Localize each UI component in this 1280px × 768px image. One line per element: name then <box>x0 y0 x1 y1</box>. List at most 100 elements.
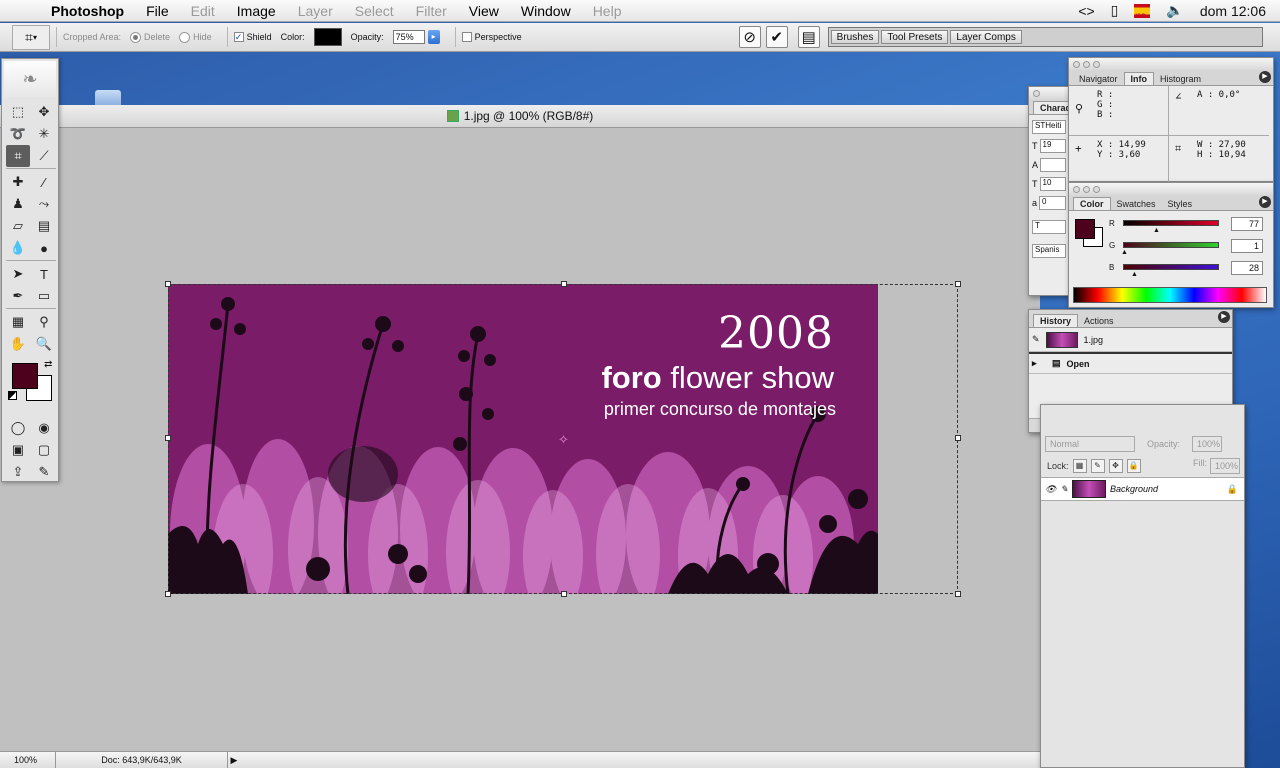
crop-center-point-icon[interactable]: ✧ <box>558 432 569 448</box>
delete-radio[interactable]: Delete <box>130 31 170 43</box>
tab-styles[interactable]: Styles <box>1162 198 1199 210</box>
green-value-input[interactable]: 1 <box>1231 239 1263 253</box>
healing-brush-tool-icon[interactable]: ✚ <box>6 171 30 193</box>
magic-wand-tool-icon[interactable]: ✳ <box>32 123 56 145</box>
visibility-eye-icon[interactable]: 👁 <box>1045 484 1056 495</box>
tool-preset-picker[interactable]: ⌗ ▾ <box>12 24 50 50</box>
well-tab-tool-presets[interactable]: Tool Presets <box>881 30 949 44</box>
menu-select[interactable]: Select <box>344 3 405 19</box>
close-icon[interactable] <box>1073 60 1080 68</box>
shape-tool-icon[interactable]: ▭ <box>32 285 56 307</box>
blend-mode-select[interactable]: Normal <box>1045 436 1135 452</box>
standard-mode-icon[interactable]: ◯ <box>6 417 30 439</box>
eyedropper-tool-icon[interactable]: ⚲ <box>32 311 56 333</box>
tab-histogram[interactable]: Histogram <box>1154 73 1207 85</box>
crop-handle-right[interactable] <box>955 435 961 441</box>
zoom-field[interactable]: 100% <box>0 752 56 768</box>
blue-value-input[interactable]: 28 <box>1231 261 1263 275</box>
menu-file[interactable]: File <box>135 3 180 19</box>
palette-menu-icon[interactable]: ▶ <box>1218 311 1230 323</box>
close-icon[interactable] <box>1073 185 1080 193</box>
menu-filter[interactable]: Filter <box>405 3 458 19</box>
palette-foreground-swatch[interactable] <box>1075 219 1095 239</box>
layer-opacity-input[interactable]: 100% <box>1192 436 1223 452</box>
foreground-color-swatch[interactable] <box>12 363 38 389</box>
kerning-field[interactable] <box>1040 158 1066 172</box>
quick-mask-mode-icon[interactable]: ◉ <box>32 417 56 439</box>
document-proxy-icon[interactable] <box>446 110 459 122</box>
opacity-slider-button[interactable]: ▸ <box>427 30 440 44</box>
slice-tool-icon[interactable]: ⟋ <box>32 145 56 167</box>
cancel-crop-button[interactable]: ⊘ <box>738 26 761 48</box>
status-menu-arrow-icon[interactable]: ▶ <box>228 755 240 766</box>
perspective-checkbox[interactable]: Perspective <box>461 32 522 42</box>
hand-tool-icon[interactable]: ✋ <box>6 333 30 355</box>
palette-title-bar[interactable] <box>1069 183 1273 195</box>
jump-to-imageready-icon[interactable]: ⇪ <box>6 461 30 483</box>
palette-title-bar[interactable] <box>1069 58 1273 70</box>
baseline-shift-field[interactable]: 0 <box>1039 196 1066 210</box>
font-size-field[interactable]: 19 <box>1039 139 1066 153</box>
dodge-tool-icon[interactable]: ● <box>32 237 56 259</box>
lock-pixels-icon[interactable]: ✎ <box>1090 459 1105 473</box>
menu-view[interactable]: View <box>458 3 510 19</box>
blue-slider-knob-icon[interactable]: ▲ <box>1131 271 1138 278</box>
lasso-tool-icon[interactable]: ➰ <box>6 123 30 145</box>
menu-edit[interactable]: Edit <box>180 3 226 19</box>
default-colors-icon[interactable] <box>8 391 17 400</box>
zoom-tool-icon[interactable]: 🔍 <box>32 333 56 355</box>
palette-title-bar[interactable] <box>1029 87 1069 99</box>
eraser-tool-icon[interactable]: ▱ <box>6 215 30 237</box>
brush-tool-icon[interactable]: ⁄ <box>32 171 56 193</box>
blur-tool-icon[interactable]: 💧 <box>6 237 30 259</box>
crop-handle-top-right[interactable] <box>955 281 961 287</box>
tab-actions[interactable]: Actions <box>1078 315 1120 327</box>
minimize-icon[interactable] <box>1083 60 1090 68</box>
lock-position-icon[interactable]: ✥ <box>1108 459 1123 473</box>
volume-icon[interactable]: 🔈 <box>1166 2 1183 19</box>
well-tab-brushes[interactable]: Brushes <box>830 30 880 44</box>
tab-color[interactable]: Color <box>1073 197 1111 210</box>
color-spectrum-bar[interactable] <box>1073 287 1267 303</box>
history-brush-source-icon[interactable]: ✎ <box>1032 334 1040 345</box>
notes-tool-icon[interactable]: ▦ <box>6 311 30 333</box>
palette-menu-icon[interactable]: ▶ <box>1259 71 1271 83</box>
font-family-field[interactable]: STHeiti <box>1032 120 1066 134</box>
lock-transparency-icon[interactable]: ▦ <box>1072 459 1087 473</box>
crop-tool-icon[interactable]: ⌗ <box>6 145 30 167</box>
tab-swatches[interactable]: Swatches <box>1111 198 1162 210</box>
crop-handle-top-left[interactable] <box>165 281 171 287</box>
tab-info[interactable]: Info <box>1123 72 1155 85</box>
zoom-icon[interactable] <box>1093 185 1100 193</box>
history-snapshot[interactable]: ✎ 1.jpg <box>1029 328 1232 352</box>
gradient-tool-icon[interactable]: ▤ <box>32 215 56 237</box>
document-title-bar[interactable]: 1.jpg @ 100% (RGB/8#) <box>0 105 1040 128</box>
script-menu-icon[interactable]: <> <box>1078 3 1094 19</box>
tab-history[interactable]: History <box>1033 314 1079 327</box>
lock-all-icon[interactable]: 🔒 <box>1126 459 1141 473</box>
shield-color-swatch[interactable] <box>313 28 342 46</box>
path-selection-tool-icon[interactable]: ➤ <box>6 263 30 285</box>
menu-app[interactable]: Photoshop <box>40 3 135 19</box>
green-slider[interactable] <box>1123 242 1219 248</box>
minimize-icon[interactable] <box>1083 185 1090 193</box>
hide-radio[interactable]: Hide <box>179 31 212 43</box>
red-slider[interactable] <box>1123 220 1219 226</box>
close-icon[interactable] <box>1033 89 1040 97</box>
fill-input[interactable]: 100% <box>1210 458 1240 474</box>
faux-bold-button[interactable]: T <box>1032 220 1066 234</box>
zoom-icon[interactable] <box>1093 60 1100 68</box>
crop-handle-bottom[interactable] <box>561 591 567 597</box>
menu-image[interactable]: Image <box>226 3 287 19</box>
red-value-input[interactable]: 77 <box>1231 217 1263 231</box>
crop-handle-bottom-right[interactable] <box>955 591 961 597</box>
move-tool-icon[interactable]: ✥ <box>32 101 56 123</box>
brush-palette-icon[interactable]: ✎ <box>32 461 56 483</box>
pen-tool-icon[interactable]: ✒ <box>6 285 30 307</box>
menu-clock[interactable]: dom 12:06 <box>1200 3 1266 19</box>
history-brush-tool-icon[interactable]: ⤳ <box>32 193 56 215</box>
shield-checkbox[interactable]: ✓ Shield <box>233 32 272 42</box>
input-source-flag-icon[interactable]: ISO <box>1134 3 1151 20</box>
full-screen-mode-icon[interactable]: ▢ <box>32 439 56 461</box>
layer-brush-icon[interactable]: ✎ <box>1060 484 1068 495</box>
